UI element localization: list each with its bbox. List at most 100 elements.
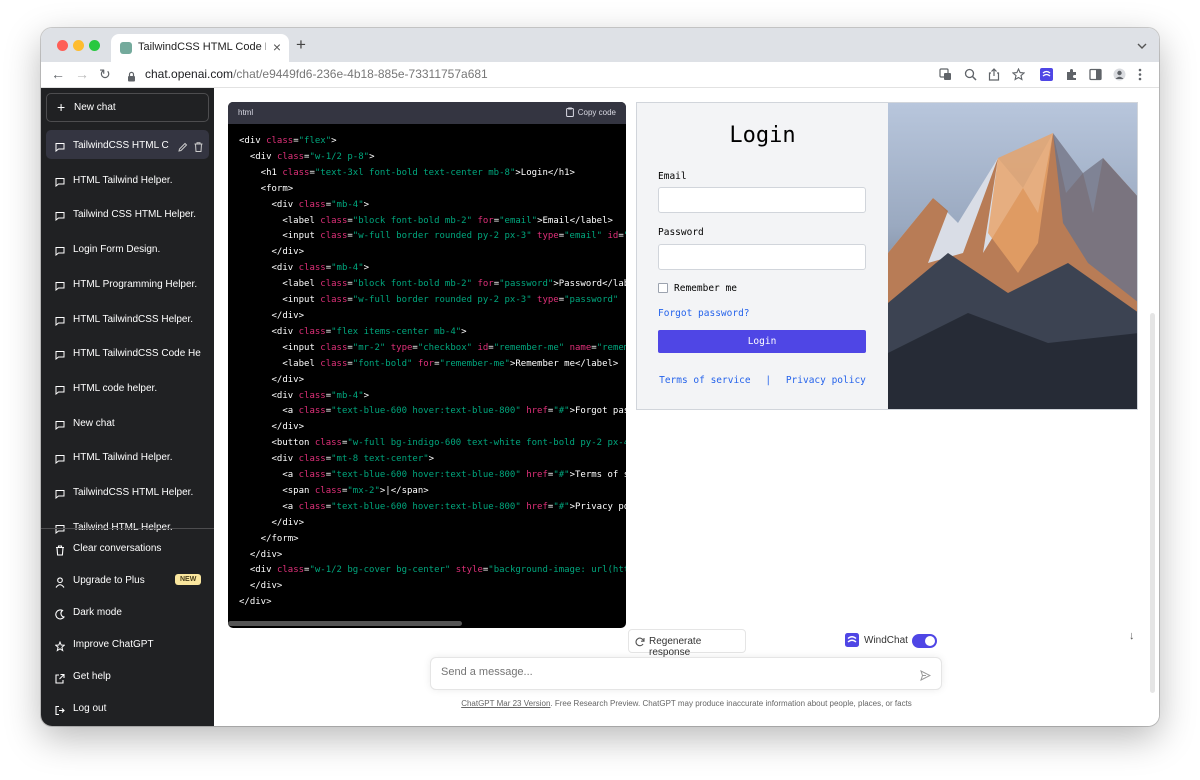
code-token: "email" bbox=[564, 231, 603, 242]
browser-menu-icon[interactable] bbox=[1138, 68, 1142, 86]
sidebar-conversation-item[interactable]: HTML Tailwind Helper. bbox=[46, 442, 209, 471]
mountain-image bbox=[888, 103, 1137, 409]
sidebar-conversation-item[interactable]: HTML Tailwind Helper. bbox=[46, 165, 209, 194]
login-button[interactable]: Login bbox=[658, 330, 866, 353]
sidebar: + New chat TailwindCSS HTML Code Helper H… bbox=[41, 88, 214, 726]
lock-icon[interactable] bbox=[127, 69, 136, 87]
code-token: > bbox=[363, 390, 370, 401]
minimize-window-button[interactable] bbox=[73, 40, 84, 51]
code-token: "flex items-center mb-4" bbox=[331, 326, 462, 337]
message-input[interactable] bbox=[441, 666, 901, 678]
windchat-extension-icon[interactable] bbox=[1040, 68, 1053, 86]
code-line: <a class="text-blue-600 hover:text-blue-… bbox=[239, 500, 626, 516]
privacy-policy-link[interactable]: Privacy policy bbox=[786, 375, 866, 386]
delete-trash-icon[interactable] bbox=[194, 139, 203, 157]
code-token: <a bbox=[239, 501, 299, 512]
edit-pencil-icon[interactable] bbox=[178, 139, 188, 157]
version-link[interactable]: ChatGPT Mar 23 Version bbox=[461, 699, 550, 708]
new-chat-button[interactable]: + New chat bbox=[46, 93, 209, 122]
login-form-panel: Login Email Password Remember me Forgot … bbox=[637, 103, 888, 409]
code-token: class bbox=[320, 279, 348, 290]
dark-mode-label: Dark mode bbox=[73, 607, 122, 618]
code-block-header: html Copy code bbox=[228, 102, 626, 124]
code-token: > bbox=[461, 326, 467, 337]
code-token: "font-bold" bbox=[352, 358, 413, 369]
windchat-toggle[interactable] bbox=[912, 634, 937, 648]
side-panel-icon[interactable] bbox=[1089, 68, 1102, 86]
bookmark-star-icon[interactable] bbox=[1011, 67, 1026, 86]
forward-button[interactable]: → bbox=[75, 66, 89, 82]
sidebar-conversation-item[interactable]: HTML code helper. bbox=[46, 373, 209, 402]
regenerate-response-button[interactable]: Regenerate response bbox=[628, 629, 746, 658]
chat-bubble-icon bbox=[55, 139, 65, 157]
conversation-title: HTML code helper. bbox=[73, 382, 158, 394]
code-token: "background-image: url(https:// bbox=[488, 565, 626, 576]
terms-of-service-link[interactable]: Terms of service bbox=[659, 375, 751, 386]
share-icon[interactable] bbox=[988, 68, 1000, 86]
dark-mode-button[interactable]: Dark mode bbox=[46, 598, 209, 627]
tab-close-icon[interactable]: × bbox=[273, 39, 281, 55]
code-token: </div> bbox=[239, 517, 305, 528]
code-token: href bbox=[526, 470, 548, 481]
code-token: <label bbox=[239, 279, 321, 290]
sidebar-conversation-item[interactable]: HTML Programming Helper. bbox=[46, 269, 209, 298]
log-out-button[interactable]: Log out bbox=[46, 694, 209, 723]
code-line: <div class="mb-4"> bbox=[239, 261, 626, 277]
sidebar-conversation-item[interactable]: New chat bbox=[46, 408, 209, 437]
code-token: <div bbox=[239, 390, 299, 401]
code-token: class bbox=[314, 438, 342, 449]
code-token: class bbox=[276, 565, 305, 576]
password-input[interactable] bbox=[658, 244, 866, 270]
browser-toolbar: ← → ↻ chat.openai.com/chat/e9449fd6-236e… bbox=[41, 62, 1159, 88]
trash-icon bbox=[55, 543, 65, 561]
email-input[interactable] bbox=[658, 187, 866, 213]
sidebar-conversation-item[interactable]: HTML TailwindCSS Code Helper bbox=[46, 338, 209, 367]
code-line: <form> bbox=[239, 182, 626, 198]
clear-conversations-button[interactable]: Clear conversations bbox=[46, 534, 209, 563]
code-token: <a bbox=[239, 406, 299, 417]
copy-code-button[interactable]: Copy code bbox=[565, 107, 616, 117]
profile-avatar-icon[interactable] bbox=[1113, 68, 1126, 86]
code-token: class bbox=[320, 358, 348, 369]
login-preview: Login Email Password Remember me Forgot … bbox=[636, 102, 1138, 410]
code-token: <input bbox=[239, 295, 321, 306]
close-window-button[interactable] bbox=[57, 40, 68, 51]
upgrade-to-plus-button[interactable]: Upgrade to Plus NEW bbox=[46, 566, 209, 595]
tab-search-chevron-icon[interactable] bbox=[1137, 38, 1147, 56]
conversation-title: New chat bbox=[73, 417, 115, 429]
get-help-button[interactable]: Get help bbox=[46, 662, 209, 691]
sidebar-conversation-item[interactable]: Login Form Design. bbox=[46, 234, 209, 263]
forgot-password-link[interactable]: Forgot password? bbox=[658, 308, 750, 319]
code-token: "block font-bold mb-2" bbox=[352, 279, 473, 290]
chat-bubble-icon bbox=[55, 174, 65, 192]
sidebar-conversation-item[interactable]: HTML TailwindCSS Helper. bbox=[46, 304, 209, 333]
conversation-title: HTML TailwindCSS Code Helper bbox=[73, 348, 201, 360]
code-token: class bbox=[276, 151, 305, 162]
scroll-down-arrow-icon[interactable]: ↓ bbox=[1129, 630, 1135, 642]
code-line: </div> bbox=[239, 373, 626, 389]
code-token: "#" bbox=[553, 501, 570, 512]
sidebar-conversation-item[interactable]: Tailwind CSS HTML Helper. bbox=[46, 199, 209, 228]
reload-button[interactable]: ↻ bbox=[99, 66, 111, 83]
code-token: <label bbox=[239, 358, 321, 369]
code-token: <label bbox=[239, 215, 321, 226]
improve-chatgpt-button[interactable]: Improve ChatGPT bbox=[46, 630, 209, 659]
code-horizontal-scrollbar[interactable] bbox=[228, 621, 462, 626]
sidebar-conversation-item[interactable]: TailwindCSS HTML Code Helper bbox=[46, 130, 209, 159]
address-bar[interactable]: chat.openai.com/chat/e9449fd6-236e-4b18-… bbox=[145, 67, 488, 81]
conversation-title: HTML TailwindCSS Helper. bbox=[73, 313, 194, 325]
new-tab-button[interactable]: + bbox=[296, 35, 306, 55]
translate-icon[interactable] bbox=[939, 68, 952, 86]
zoom-window-button[interactable] bbox=[89, 40, 100, 51]
code-line: <label class="block font-bold mb-2" for=… bbox=[239, 214, 626, 230]
browser-tab[interactable]: TailwindCSS HTML Code Helper × bbox=[111, 34, 289, 62]
new-chat-label: New chat bbox=[74, 102, 116, 113]
code-token: id bbox=[477, 342, 489, 353]
back-button[interactable]: ← bbox=[51, 66, 65, 82]
extensions-puzzle-icon[interactable] bbox=[1065, 68, 1078, 86]
remember-me-checkbox[interactable] bbox=[658, 283, 668, 293]
send-icon[interactable] bbox=[920, 668, 932, 686]
main-scrollbar[interactable] bbox=[1150, 313, 1155, 693]
zoom-icon[interactable] bbox=[964, 68, 977, 86]
sidebar-conversation-item[interactable]: TailwindCSS HTML Helper. bbox=[46, 477, 209, 506]
